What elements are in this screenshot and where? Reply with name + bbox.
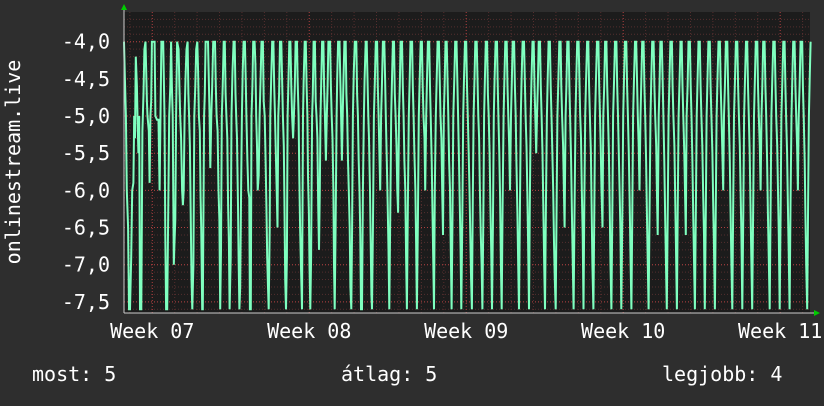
x-tick-label: Week 09 <box>424 319 508 343</box>
y-axis-arrow <box>121 4 127 10</box>
footer-current: most: 5 <box>32 362 117 386</box>
footer-average: átlag: 5 <box>341 362 438 386</box>
x-tick-label: Week 10 <box>581 319 665 343</box>
x-tick-label: Week 07 <box>110 319 194 343</box>
y-tick-label: -7,0 <box>62 253 110 277</box>
y-tick-label: -6,0 <box>62 178 110 202</box>
x-tick-label: Week 11 <box>738 319 822 343</box>
footer-best: legjobb: 4 <box>662 362 783 386</box>
y-tick-label: -4,5 <box>62 67 110 91</box>
chart: -4,0 -4,5 -5,0 -5,5 -6,0 -6,5 -7,0 -7,5 Week 07 W… <box>0 0 824 402</box>
y-tick-label: -4,0 <box>62 30 110 54</box>
y-tick-label: -6,5 <box>62 216 110 240</box>
y-tick-label: -5,0 <box>62 104 110 128</box>
x-axis-arrow <box>814 310 820 316</box>
chart-svg: -4,0 -4,5 -5,0 -5,5 -6,0 -6,5 -7,0 -7,5Week 07 W… <box>1 4 822 343</box>
y-axis-label: onlinestream.live <box>1 60 25 265</box>
y-tick-label: -5,5 <box>62 141 110 165</box>
x-tick-label: Week 08 <box>267 319 351 343</box>
y-tick-label: -7,5 <box>62 290 110 314</box>
